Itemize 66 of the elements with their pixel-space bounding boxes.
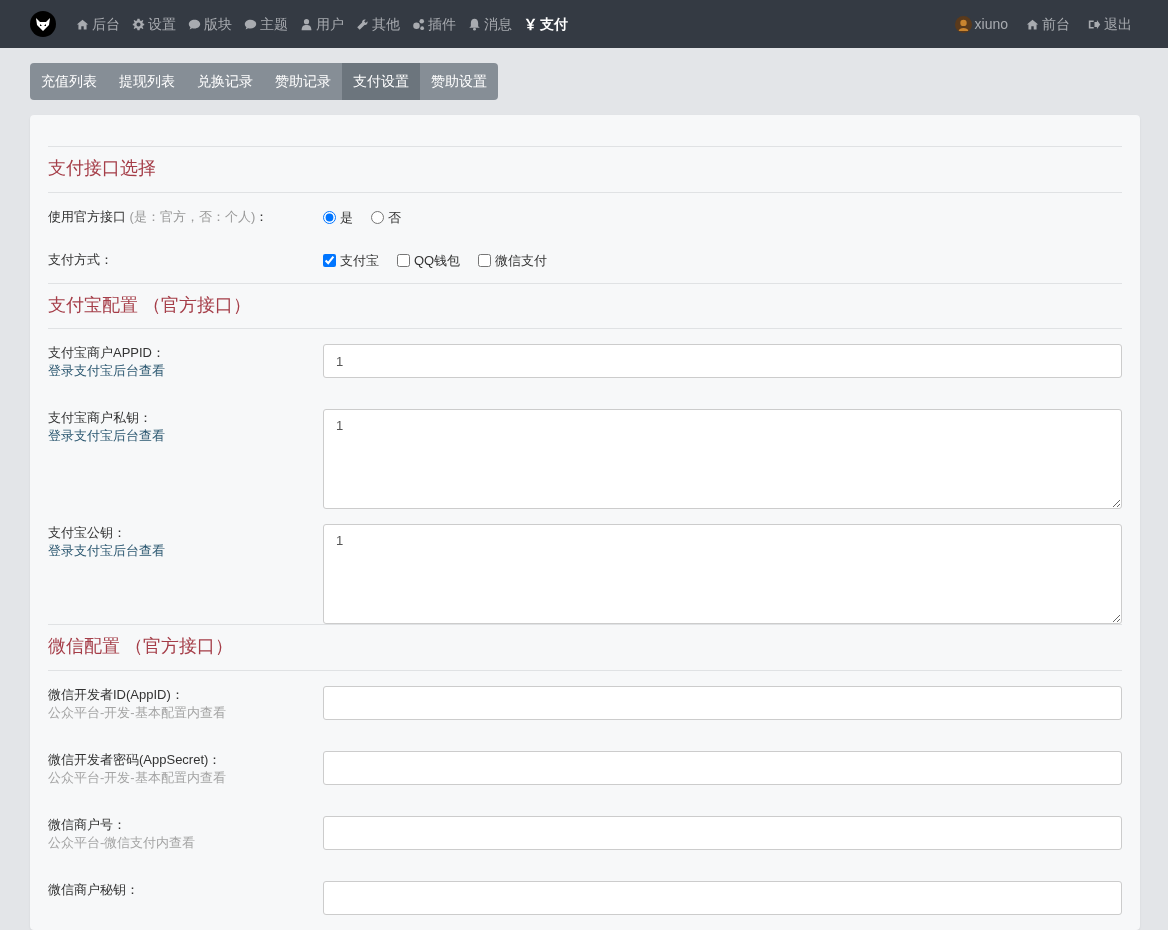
field-label: 微信商户秘钥： bbox=[48, 880, 139, 899]
nav-link[interactable]: 插件 bbox=[406, 13, 462, 35]
field-label: 支付宝公钥： bbox=[48, 524, 126, 543]
tab[interactable]: 赞助设置 bbox=[420, 63, 498, 100]
option-label[interactable]: 支付宝 bbox=[340, 251, 379, 271]
checkbox[interactable] bbox=[478, 254, 492, 268]
option-label[interactable]: 否 bbox=[388, 207, 401, 228]
tab[interactable]: 提现列表 bbox=[108, 63, 186, 100]
nav-link[interactable]: 后台 bbox=[70, 13, 126, 35]
nav-link[interactable]: 其他 bbox=[350, 13, 406, 35]
nav-link[interactable]: 退出 bbox=[1082, 13, 1138, 35]
field-hint: 登录支付宝后台查看 bbox=[48, 542, 165, 561]
bell-icon bbox=[468, 17, 481, 31]
section-heading: 支付宝配置 （官方接口） bbox=[48, 282, 1122, 330]
field-hint: 公众平台-开发-基本配置内查看 bbox=[48, 768, 226, 787]
field-hint: 公众平台-微信支付内查看 bbox=[48, 833, 196, 852]
radio-button[interactable] bbox=[323, 210, 336, 224]
field-hint: 登录支付宝后台查看 bbox=[48, 362, 165, 381]
text-field[interactable] bbox=[323, 815, 1122, 850]
field-label: 支付方式： bbox=[48, 251, 113, 270]
field-label: 使用官方接口 (是：官方，否：个人)： bbox=[48, 207, 269, 226]
field-label: 微信开发者密码(AppSecret)： bbox=[48, 750, 222, 769]
nav-link[interactable]: 主题 bbox=[238, 13, 294, 35]
field-label: 支付宝商户私钥： bbox=[48, 409, 152, 428]
logo-icon[interactable] bbox=[30, 11, 56, 37]
sign-out-icon bbox=[1088, 17, 1101, 31]
option-label[interactable]: 微信支付 bbox=[495, 251, 548, 271]
text-field[interactable] bbox=[323, 750, 1122, 785]
nav-link[interactable]: 消息 bbox=[462, 13, 518, 35]
tab[interactable]: 赞助记录 bbox=[264, 63, 342, 100]
user-icon bbox=[300, 17, 313, 31]
section-heading: 微信配置 （官方接口） bbox=[48, 624, 1122, 671]
home-icon bbox=[76, 17, 89, 31]
settings-icon bbox=[132, 17, 145, 31]
nav-link[interactable]: 版块 bbox=[182, 13, 238, 35]
text-field[interactable] bbox=[323, 880, 1122, 915]
speech-bubble-icon bbox=[188, 17, 201, 31]
tab[interactable]: 充值列表 bbox=[30, 63, 108, 100]
nav-link[interactable]: 用户 bbox=[294, 13, 350, 35]
checkbox[interactable] bbox=[323, 254, 336, 268]
nav-link[interactable]: 前台 bbox=[1020, 13, 1076, 35]
text-field[interactable]: 1 bbox=[323, 344, 1122, 379]
text-area[interactable]: 1 bbox=[323, 524, 1122, 625]
text-field[interactable] bbox=[323, 685, 1122, 720]
field-hint: 登录支付宝后台查看 bbox=[48, 427, 165, 446]
field-label: 支付宝商户APPID： bbox=[48, 344, 165, 363]
nav-link[interactable]: 支付 bbox=[518, 13, 574, 35]
tab[interactable]: 兑换记录 bbox=[186, 63, 264, 100]
option-label[interactable]: 是 bbox=[340, 207, 353, 228]
avatar-icon bbox=[954, 15, 972, 33]
yen-icon bbox=[524, 17, 537, 31]
text-area[interactable]: 1 bbox=[323, 409, 1122, 510]
home-icon bbox=[1026, 17, 1039, 31]
nav-link[interactable]: 设置 bbox=[126, 13, 182, 35]
wrench-icon bbox=[356, 17, 369, 31]
field-label: 微信商户号： bbox=[48, 815, 126, 834]
field-label: 微信开发者ID(AppID)： bbox=[48, 685, 184, 704]
checkbox[interactable] bbox=[397, 254, 410, 268]
field-hint: 公众平台-开发-基本配置内查看 bbox=[48, 703, 226, 722]
speech-bubble-icon bbox=[244, 17, 257, 31]
section-heading: 支付接口选择 bbox=[48, 146, 1122, 193]
nav-link[interactable]: xiuno bbox=[948, 13, 1014, 35]
tab[interactable]: 支付设置 bbox=[342, 63, 420, 100]
option-label[interactable]: QQ钱包 bbox=[414, 251, 461, 271]
radio-button[interactable] bbox=[371, 210, 384, 224]
gears-icon bbox=[412, 17, 425, 31]
